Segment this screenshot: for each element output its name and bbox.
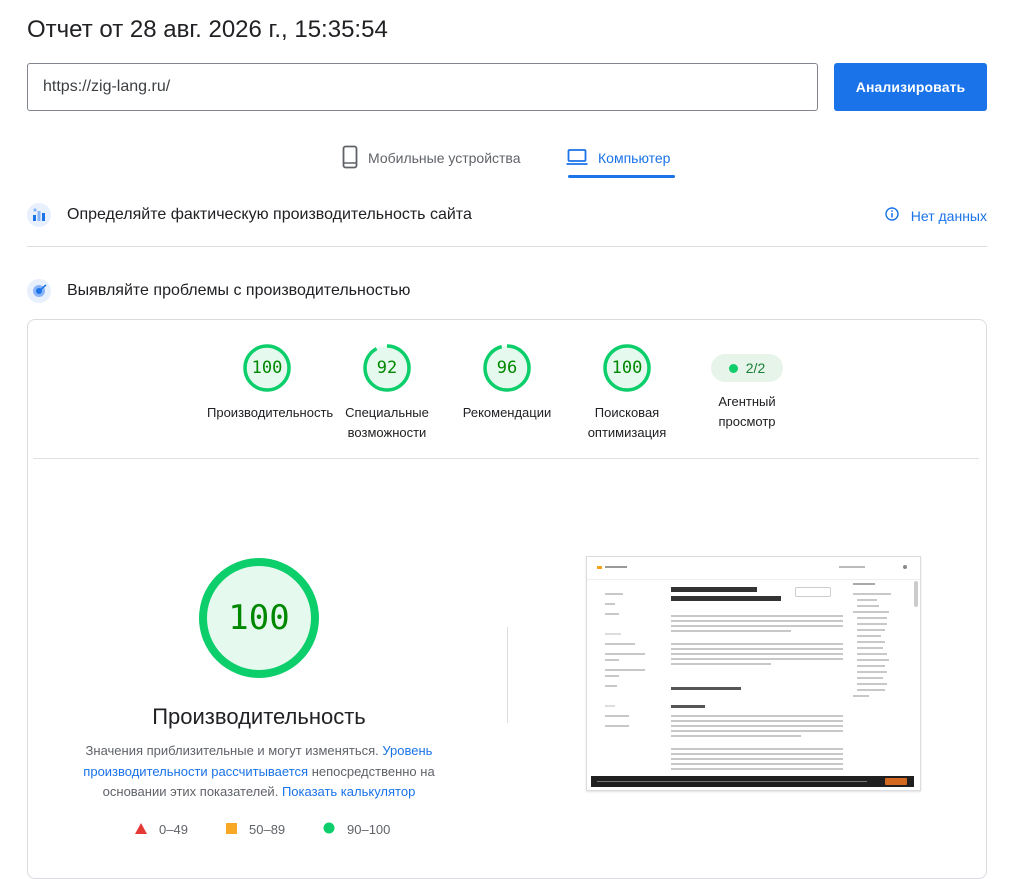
field-data-section: Определяйте фактическую производительнос… (27, 203, 987, 227)
legend-average: 50–89 (226, 822, 285, 837)
url-input[interactable] (27, 63, 818, 111)
field-data-icon (27, 203, 51, 227)
info-icon (885, 207, 899, 224)
lab-data-title: Выявляйте проблемы с производительностью (67, 282, 411, 299)
agent-browsing[interactable]: 2/2 Агентный просмотр (687, 344, 807, 432)
laptop-icon (566, 148, 588, 169)
no-data-label: Нет данных (910, 207, 987, 224)
triangle-icon (135, 822, 147, 837)
gauge-seo[interactable]: 100 Поисковая оптимизация (567, 344, 687, 443)
card-divider (33, 458, 979, 459)
tab-desktop-label: Компьютер (598, 150, 671, 166)
desc-text-start: Значения приблизительные и могут изменят… (85, 743, 379, 758)
section-divider (27, 246, 987, 247)
gauge-accessibility-ring: 92 (363, 344, 411, 392)
legend-fail: 0–49 (135, 822, 188, 837)
performance-score: 100 (228, 598, 290, 638)
gauge-performance-ring: 100 (243, 344, 291, 392)
circle-icon (323, 822, 335, 837)
agent-label: Агентный просмотр (718, 394, 776, 429)
phone-icon (342, 145, 358, 172)
gauge-accessibility-value: 92 (376, 358, 398, 378)
gauge-seo-value: 100 (611, 358, 643, 378)
legend-pass-label: 90–100 (347, 822, 391, 837)
show-calculator-link[interactable]: Показать калькулятор (282, 784, 415, 799)
tab-desktop[interactable]: Компьютер (566, 138, 670, 178)
gauge-seo-ring: 100 (603, 344, 651, 392)
thumb-scrollbar (914, 581, 918, 607)
field-data-title: Определяйте фактическую производительнос… (67, 206, 472, 223)
legend-average-label: 50–89 (249, 822, 286, 837)
pass-dot-icon (728, 363, 738, 373)
legend-fail-label: 0–49 (159, 822, 188, 837)
gauge-performance[interactable]: 100 Производительность (207, 344, 334, 423)
lab-data-section: Выявляйте проблемы с производительностью (27, 279, 987, 303)
square-icon (226, 822, 237, 837)
agent-value: 2/2 (745, 360, 766, 376)
legend-pass: 90–100 (323, 822, 390, 837)
tab-active-indicator (568, 175, 675, 178)
gauge-best-practices-ring: 96 (483, 344, 531, 392)
lab-data-icon (27, 279, 51, 303)
page-screenshot-thumbnail (586, 556, 921, 791)
report-title: Отчет от 28 авг. 2026 г., 15:35:54 (27, 16, 388, 43)
no-data-link[interactable]: Нет данных (885, 207, 987, 224)
performance-description: Значения приблизительные и могут изменят… (60, 741, 458, 803)
gauge-seo-label: Поисковая оптимизация (587, 405, 667, 440)
gauge-performance-label: Производительность (207, 405, 334, 420)
gauge-best-practices-label: Рекомендации (462, 405, 552, 420)
tab-mobile-label: Мобильные устройства (368, 150, 521, 166)
gauge-best-practices[interactable]: 96 Рекомендации (447, 344, 567, 423)
thumb-header (587, 557, 920, 580)
thumb-cookie-banner (591, 776, 914, 787)
gauge-best-practices-value: 96 (496, 358, 518, 378)
performance-title: Производительность (152, 704, 366, 729)
gauge-accessibility[interactable]: 92 Специальные возможности (327, 344, 447, 443)
tab-mobile[interactable]: Мобильные устройства (342, 138, 521, 178)
analyze-button[interactable]: Анализировать (834, 63, 987, 111)
performance-gauge: 100 (198, 557, 320, 679)
gauge-accessibility-label: Специальные возможности (345, 405, 429, 440)
agent-pill: 2/2 (711, 354, 783, 382)
vertical-divider (507, 627, 508, 723)
gauge-performance-value: 100 (251, 358, 283, 378)
